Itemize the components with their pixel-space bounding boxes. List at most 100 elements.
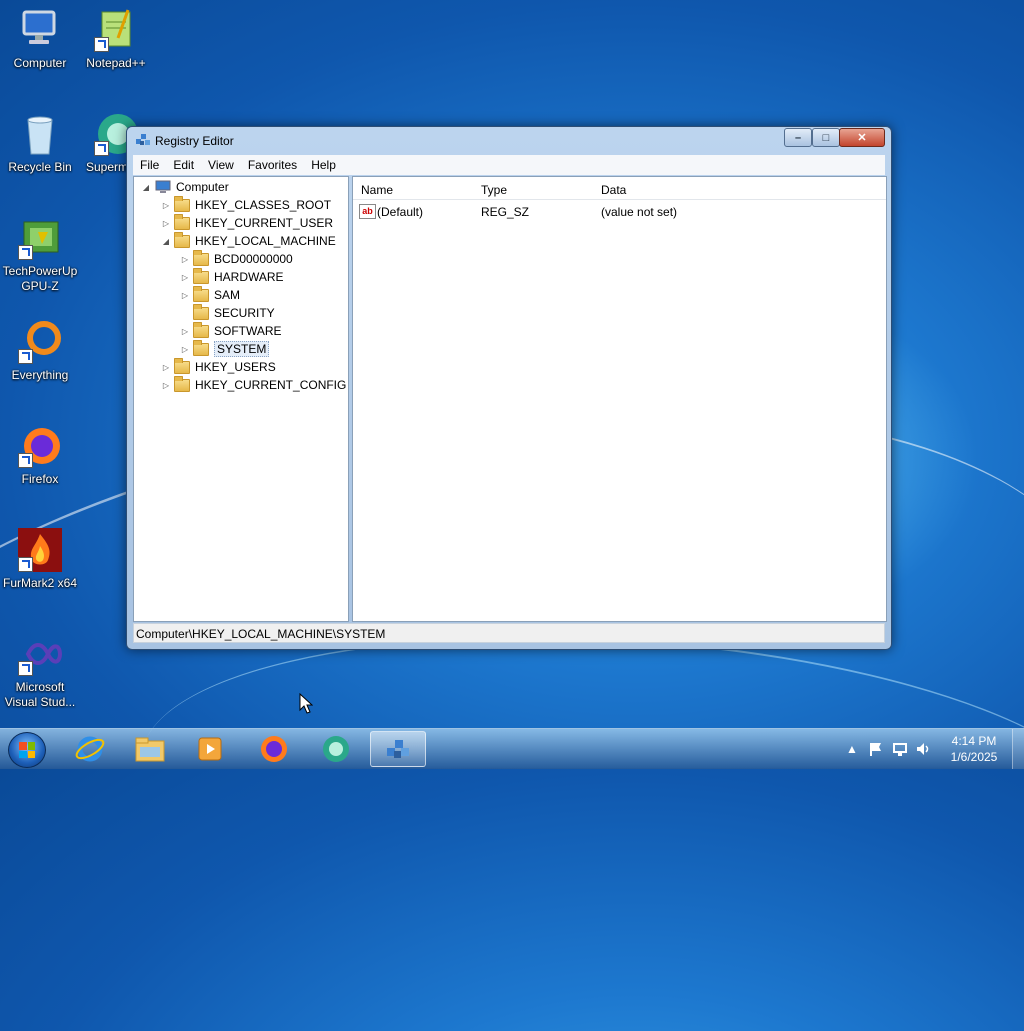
registry-editor-window: Registry Editor – □ ✕ File Edit View Fav… (126, 126, 892, 650)
tree-item-hklm[interactable]: ◢ HKEY_LOCAL_MACHINE (162, 231, 336, 250)
tree-item-bcd[interactable]: ▷ BCD00000000 (181, 249, 293, 268)
menu-edit[interactable]: Edit (166, 158, 201, 172)
computer-icon (155, 180, 171, 193)
file-explorer-icon (135, 737, 165, 762)
shortcut-arrow-icon (94, 141, 109, 156)
desktop-icon-visual-studio[interactable]: Microsoft Visual Stud... (2, 632, 78, 710)
folder-open-icon (174, 231, 190, 248)
registry-tree[interactable]: ◢ Computer ▷ HKEY_CLASSES_ROOT ▷ HKEY_CU… (133, 176, 349, 622)
tree-item-software[interactable]: ▷ SOFTWARE (181, 321, 282, 340)
column-header-data[interactable]: Data (601, 183, 626, 197)
value-type: REG_SZ (481, 205, 530, 219)
internet-explorer-icon (75, 736, 105, 762)
desktop-icon-recycle-bin[interactable]: Recycle Bin (2, 112, 78, 175)
tree-item-hku[interactable]: ▷ HKEY_USERS (162, 357, 276, 376)
folder-icon (193, 249, 209, 266)
desktop-icon-firefox[interactable]: Firefox (2, 424, 78, 487)
media-player-icon (198, 737, 222, 761)
desktop-icon-label: Microsoft Visual Stud... (4, 680, 76, 709)
taskbar-firefox[interactable] (246, 731, 302, 767)
tree-item-label: HKEY_CURRENT_USER (195, 216, 334, 230)
desktop-icon-label: Notepad++ (86, 56, 146, 70)
minimize-button[interactable]: – (784, 128, 812, 147)
taskbar-file-explorer[interactable] (122, 731, 178, 767)
taskbar: ▲ 4:14 PM 1/6/2025 (0, 728, 1024, 769)
column-header-type[interactable]: Type (481, 183, 507, 197)
folder-icon (193, 339, 209, 356)
tree-item-system[interactable]: ▷ SYSTEM (181, 339, 270, 358)
menu-favorites[interactable]: Favorites (241, 158, 304, 172)
desktop-icon-label: Firefox (21, 472, 59, 486)
registry-editor-icon (136, 134, 150, 145)
furmark-icon (18, 528, 62, 572)
visual-studio-icon (18, 632, 63, 676)
window-title: Registry Editor (155, 134, 234, 148)
firefox-icon (18, 424, 62, 468)
desktop-icon-label: Computer (13, 56, 67, 70)
expand-arrow-icon[interactable]: ▷ (162, 219, 170, 228)
expand-arrow-icon[interactable]: ▷ (181, 291, 189, 300)
expand-arrow-icon[interactable]: ▷ (181, 273, 189, 282)
expand-arrow-icon[interactable]: ▷ (181, 345, 189, 354)
show-desktop-button[interactable] (1012, 729, 1024, 769)
desktop-icon-everything[interactable]: Everything (2, 320, 78, 383)
menu-file[interactable]: File (133, 158, 166, 172)
system-clock[interactable]: 4:14 PM 1/6/2025 (944, 733, 1004, 765)
desktop-icon-gpuz[interactable]: TechPowerUp GPU-Z (2, 216, 78, 294)
tree-item-sam[interactable]: ▷ SAM (181, 285, 240, 304)
desktop-icon-computer[interactable]: Computer (2, 8, 78, 71)
title-bar[interactable]: Registry Editor – □ ✕ (127, 127, 891, 153)
taskbar-supermium[interactable] (308, 731, 364, 767)
tree-item-label: HKEY_LOCAL_MACHINE (195, 234, 336, 248)
shortcut-arrow-icon (94, 37, 109, 52)
desktop-icon-notepadpp[interactable]: Notepad++ (78, 8, 154, 71)
tree-item-hardware[interactable]: ▷ HARDWARE (181, 267, 284, 286)
tree-item-label-selected: SYSTEM (214, 341, 270, 357)
desktop-icon-label: FurMark2 x64 (2, 576, 78, 590)
list-row[interactable]: ab (Default) REG_SZ (value not set) (353, 201, 886, 221)
taskbar-internet-explorer[interactable] (62, 731, 118, 767)
tray-show-hidden-icons[interactable]: ▲ (846, 729, 858, 769)
notepadpp-icon (94, 8, 138, 52)
taskbar-registry-editor[interactable] (370, 731, 426, 767)
gpuz-icon (18, 216, 62, 260)
firefox-icon (261, 736, 287, 762)
computer-icon (18, 8, 62, 52)
registry-editor-icon (387, 740, 409, 758)
menu-help[interactable]: Help (304, 158, 343, 172)
menu-view[interactable]: View (201, 158, 241, 172)
folder-icon (174, 375, 190, 392)
desktop-icon-furmark[interactable]: FurMark2 x64 (2, 528, 78, 591)
values-list[interactable]: Name Type Data ab (Default) REG_SZ (valu… (352, 176, 887, 622)
tree-item-hkcu[interactable]: ▷ HKEY_CURRENT_USER (162, 213, 334, 232)
mouse-cursor-icon (299, 693, 313, 714)
collapse-arrow-icon[interactable]: ◢ (142, 183, 150, 192)
action-center-flag-icon[interactable] (868, 741, 884, 757)
taskbar-media-player[interactable] (182, 731, 238, 767)
maximize-button[interactable]: □ (812, 128, 840, 147)
tree-item-hkcc[interactable]: ▷ HKEY_CURRENT_CONFIG (162, 375, 346, 394)
expand-arrow-icon[interactable]: ▷ (162, 201, 170, 210)
status-bar: Computer\HKEY_LOCAL_MACHINE\SYSTEM (133, 623, 885, 643)
start-button[interactable] (8, 732, 46, 768)
volume-icon[interactable] (915, 741, 931, 757)
shortcut-arrow-icon (18, 557, 33, 572)
shortcut-arrow-icon (18, 349, 33, 364)
expand-arrow-icon[interactable]: ▷ (162, 381, 170, 390)
folder-icon (174, 357, 190, 374)
supermium-icon (323, 736, 349, 762)
column-header-name[interactable]: Name (361, 183, 393, 197)
tree-item-hkcr[interactable]: ▷ HKEY_CLASSES_ROOT (162, 195, 331, 214)
tree-item-computer[interactable]: ◢ Computer (142, 178, 229, 196)
expand-arrow-icon[interactable]: ▷ (181, 327, 189, 336)
expand-arrow-icon[interactable]: ▷ (162, 363, 170, 372)
shortcut-arrow-icon (18, 453, 33, 468)
tree-item-label: HARDWARE (214, 270, 284, 284)
recycle-bin-icon (18, 112, 62, 156)
tree-item-security[interactable]: SECURITY (181, 303, 275, 322)
close-button[interactable]: ✕ (839, 128, 885, 147)
desktop-icon-label: Recycle Bin (8, 160, 72, 174)
collapse-arrow-icon[interactable]: ◢ (162, 237, 170, 246)
network-icon[interactable] (892, 741, 908, 757)
expand-arrow-icon[interactable]: ▷ (181, 255, 189, 264)
